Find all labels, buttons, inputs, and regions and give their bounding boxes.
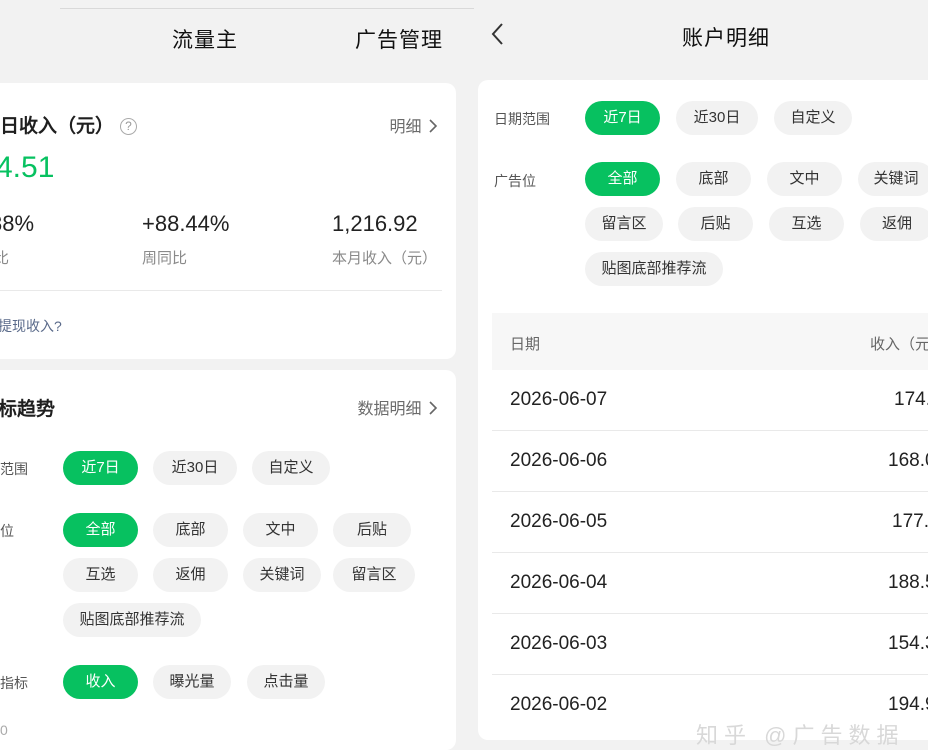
ad-slot-label: 广告位 bbox=[494, 173, 536, 189]
chip-ad-all[interactable]: 全部 bbox=[585, 162, 660, 196]
chip-ad-rebate[interactable]: 返佣 bbox=[860, 207, 928, 241]
watermark: 知乎 @广告数据 bbox=[696, 723, 905, 748]
chip-ad-bottom[interactable]: 底部 bbox=[676, 162, 751, 196]
row-income: 174. bbox=[894, 389, 928, 410]
data-detail-link[interactable]: 数据明细 bbox=[358, 395, 438, 419]
back-arrow-icon[interactable] bbox=[488, 20, 508, 48]
row-date: 2026-06-02 bbox=[510, 694, 608, 715]
row-date: 2026-06-03 bbox=[510, 633, 608, 654]
chip-last30-days[interactable]: 近30日 bbox=[676, 101, 758, 135]
stat-day-ratio-label: 比 bbox=[0, 250, 10, 267]
chip-ad-image-feed[interactable]: 贴图底部推荐流 bbox=[63, 603, 201, 637]
stat-month-income-value: 1,216.92 bbox=[332, 211, 418, 236]
table-row: 2026-06-06 168.0 bbox=[492, 431, 928, 492]
chip-metric-impressions[interactable]: 曝光量 bbox=[153, 665, 231, 699]
chip-ad-mutual[interactable]: 互选 bbox=[769, 207, 844, 241]
top-divider bbox=[60, 8, 474, 9]
chip-ad-all[interactable]: 全部 bbox=[63, 513, 138, 547]
chip-last30-days[interactable]: 近30日 bbox=[153, 451, 237, 485]
chip-ad-in-article[interactable]: 文中 bbox=[243, 513, 318, 547]
left-panel: 流量主 广告管理 日收入（元）? 明细 4.51 88% 比 +88.44% 周… bbox=[0, 0, 474, 750]
chip-ad-keyword[interactable]: 关键词 bbox=[858, 162, 928, 196]
chip-ad-comment-area[interactable]: 留言区 bbox=[585, 207, 663, 241]
ad-slot-label: 位 bbox=[0, 523, 14, 539]
row-income: 168.0 bbox=[888, 450, 928, 471]
chip-metric-income[interactable]: 收入 bbox=[63, 665, 138, 699]
data-detail-label: 数据明细 bbox=[357, 401, 422, 418]
chip-ad-mutual[interactable]: 互选 bbox=[63, 558, 138, 592]
chip-ad-post[interactable]: 后贴 bbox=[678, 207, 753, 241]
table-row: 2026-06-07 174. bbox=[492, 370, 928, 431]
trend-card: 标趋势 数据明细 范围 近7日 近30日 自定义 位 全部 底部 文中 后贴 互… bbox=[0, 370, 456, 750]
chip-custom-range[interactable]: 自定义 bbox=[774, 101, 852, 135]
chip-ad-image-feed[interactable]: 贴图底部推荐流 bbox=[585, 252, 723, 286]
table-row: 2026-06-03 154.3 bbox=[492, 614, 928, 675]
revenue-title-text: 日收入（元） bbox=[0, 116, 115, 137]
table-header: 日期 收入（元 bbox=[492, 313, 928, 370]
chip-ad-bottom[interactable]: 底部 bbox=[153, 513, 228, 547]
chip-last7-days[interactable]: 近7日 bbox=[63, 451, 138, 485]
revenue-card: 日收入（元）? 明细 4.51 88% 比 +88.44% 周同比 1,216.… bbox=[0, 83, 456, 359]
chip-ad-post[interactable]: 后贴 bbox=[333, 513, 411, 547]
chart-axis-zero: 0 bbox=[0, 722, 8, 738]
chevron-right-icon bbox=[429, 119, 438, 133]
account-detail-title: 账户明细 bbox=[682, 27, 770, 50]
column-header-income: 收入（元 bbox=[870, 336, 928, 353]
chip-ad-in-article[interactable]: 文中 bbox=[767, 162, 842, 196]
metric-label: 指标 bbox=[0, 675, 28, 691]
row-income: 188.5 bbox=[888, 572, 928, 593]
today-revenue-value: 4.51 bbox=[0, 151, 55, 184]
chip-metric-clicks[interactable]: 点击量 bbox=[247, 665, 325, 699]
revenue-title: 日收入（元）? bbox=[0, 111, 138, 138]
revenue-detail-link[interactable]: 明细 bbox=[390, 113, 438, 137]
chip-ad-keyword[interactable]: 关键词 bbox=[243, 558, 321, 592]
chip-ad-rebate[interactable]: 返佣 bbox=[153, 558, 228, 592]
trend-title: 标趋势 bbox=[0, 399, 56, 420]
date-range-label: 范围 bbox=[0, 461, 28, 477]
row-date: 2026-06-07 bbox=[510, 389, 608, 410]
stat-week-ratio-label: 周同比 bbox=[142, 250, 188, 267]
chip-last7-days[interactable]: 近7日 bbox=[585, 101, 660, 135]
row-income: 194.9 bbox=[888, 694, 928, 715]
row-income: 154.3 bbox=[888, 633, 928, 654]
revenue-detail-label: 明细 bbox=[389, 119, 422, 136]
stat-month-income-label: 本月收入（元） bbox=[332, 250, 438, 267]
stat-day-ratio-value: 88% bbox=[0, 211, 35, 236]
row-date: 2026-06-04 bbox=[510, 572, 608, 593]
top-tabs: 流量主 广告管理 bbox=[0, 24, 470, 64]
row-date: 2026-06-05 bbox=[510, 511, 608, 532]
account-detail-card: 日期范围 近7日 近30日 自定义 广告位 全部 底部 文中 关键词 留言区 后… bbox=[478, 80, 928, 740]
row-income: 177.7 bbox=[892, 511, 928, 532]
column-header-date: 日期 bbox=[510, 336, 541, 353]
chip-custom-range[interactable]: 自定义 bbox=[252, 451, 330, 485]
date-range-label: 日期范围 bbox=[494, 111, 550, 127]
help-icon[interactable]: ? bbox=[120, 118, 138, 135]
right-panel: 账户明细 日期范围 近7日 近30日 自定义 广告位 全部 底部 文中 关键词 … bbox=[470, 0, 928, 748]
row-date: 2026-06-06 bbox=[510, 450, 608, 471]
tab-ad-management[interactable]: 广告管理 bbox=[355, 24, 443, 54]
stat-week-ratio-value: +88.44% bbox=[142, 211, 230, 236]
withdraw-question-link[interactable]: 提现收入? bbox=[0, 316, 62, 336]
table-row: 2026-06-05 177.7 bbox=[492, 492, 928, 553]
chevron-right-icon bbox=[429, 401, 438, 415]
revenue-divider bbox=[0, 290, 442, 291]
table-row: 2026-06-04 188.5 bbox=[492, 553, 928, 614]
chip-ad-comment-area[interactable]: 留言区 bbox=[333, 558, 415, 592]
tab-traffic-owner[interactable]: 流量主 bbox=[172, 24, 238, 54]
